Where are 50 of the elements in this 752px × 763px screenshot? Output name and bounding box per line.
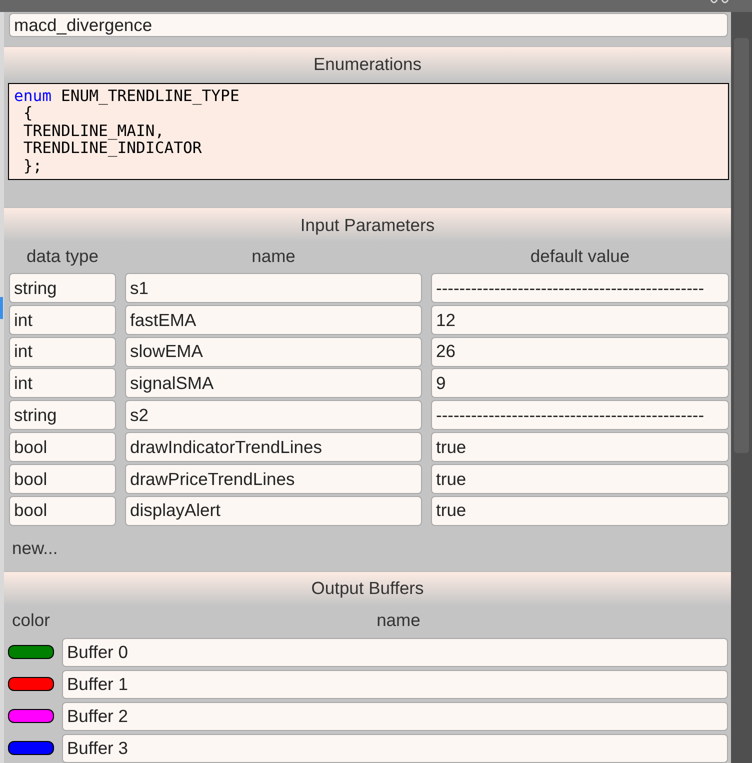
value-field[interactable]: 26: [431, 336, 729, 367]
section-title: Enumerations: [314, 52, 422, 76]
buffer-name-field[interactable]: Buffer 0: [62, 638, 728, 667]
name-field[interactable]: drawPriceTrendLines: [125, 464, 422, 494]
section-title: Input Parameters: [300, 214, 435, 237]
code-box[interactable]: enum ENUM_TRENDLINE_TYPE { TRENDLINE_MAIN, TRENDLINE_INDICATOR };: [8, 83, 729, 180]
value-field[interactable]: true: [431, 496, 729, 526]
name-field[interactable]: slowEMA: [125, 336, 422, 367]
name-field[interactable]: s1: [125, 273, 422, 303]
code-line: enum ENUM_TRENDLINE_TYPE: [14, 88, 240, 106]
color-swatch-icon[interactable]: [8, 741, 54, 756]
buffer-name-field[interactable]: Buffer 1: [62, 670, 728, 699]
type-field[interactable]: bool: [9, 496, 116, 526]
value-field[interactable]: ----------------------------------------------: [431, 400, 729, 430]
section-title: Output Buffers: [311, 577, 424, 600]
new-link[interactable]: new...: [12, 534, 58, 562]
column-header: color: [11, 609, 51, 632]
value-field[interactable]: 9: [431, 368, 729, 398]
type-field[interactable]: string: [9, 400, 116, 430]
color-swatch-icon[interactable]: [8, 677, 54, 692]
value-field[interactable]: ----------------------------------------------: [431, 273, 729, 303]
color-swatch-icon[interactable]: [8, 645, 54, 660]
column-header: data type: [26, 244, 100, 268]
code-line: {: [22, 105, 34, 123]
column-header: name: [376, 609, 422, 632]
code-line: };: [22, 158, 42, 176]
code-line: TRENDLINE_MAIN,: [22, 122, 166, 140]
text-field[interactable]: macd_divergence: [9, 13, 728, 37]
type-field[interactable]: int: [9, 304, 116, 335]
value-field[interactable]: true: [431, 432, 729, 462]
name-field[interactable]: fastEMA: [125, 304, 422, 335]
value-field[interactable]: true: [431, 464, 729, 494]
buffer-name-field[interactable]: Buffer 3: [62, 734, 728, 763]
code-line: TRENDLINE_INDICATOR: [22, 140, 203, 158]
type-field[interactable]: int: [9, 368, 116, 398]
type-field[interactable]: int: [9, 336, 116, 367]
column-header: default value: [529, 244, 631, 268]
name-field[interactable]: signalSMA: [125, 368, 422, 398]
value-field[interactable]: 12: [431, 304, 729, 335]
name-field[interactable]: displayAlert: [125, 496, 422, 526]
type-field[interactable]: bool: [9, 432, 116, 462]
edge-marker: [0, 297, 3, 319]
type-field[interactable]: string: [9, 273, 116, 303]
name-field[interactable]: drawIndicatorTrendLines: [125, 432, 422, 462]
column-header: name: [250, 244, 296, 268]
name-field[interactable]: s2: [125, 400, 422, 430]
buffer-name-field[interactable]: Buffer 2: [62, 702, 728, 731]
type-field[interactable]: bool: [9, 464, 116, 494]
color-swatch-icon[interactable]: [8, 709, 54, 724]
down-chevrons-icon: [710, 0, 730, 5]
